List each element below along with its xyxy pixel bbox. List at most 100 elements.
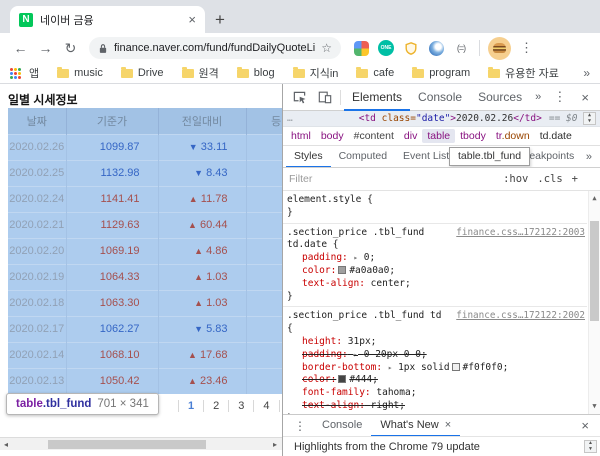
apps-grid-icon[interactable] [10, 68, 21, 79]
scroll-left-icon[interactable]: ◂ [4, 439, 8, 451]
whats-new-scroll-spinner[interactable]: ▲▼ [584, 440, 597, 453]
stylesheet-link[interactable]: finance.css…172122:2002 [456, 310, 585, 323]
css-property[interactable]: font-family: tahoma; [287, 387, 585, 400]
bookmark-item[interactable]: Drive [121, 67, 164, 79]
style-rule-td-date[interactable]: finance.css…172122:2003 .section_price .… [283, 224, 587, 308]
back-button[interactable]: ← [8, 40, 33, 56]
device-toolbar-button[interactable] [312, 86, 337, 108]
css-property[interactable]: border-bottom: ▸ 1px solid#f0f0f0; [287, 362, 585, 375]
tab-styles[interactable]: Styles [286, 146, 331, 168]
browser-tab[interactable]: N 네이버 금융 × [10, 6, 205, 33]
url-text[interactable]: finance.naver.com/fund/fundDailyQuoteLis… [114, 42, 315, 54]
photos-extension-icon[interactable] [353, 40, 369, 56]
swirl-extension-icon[interactable] [428, 40, 444, 56]
bookmark-item[interactable]: 유용한 자료 [488, 65, 559, 81]
more-tabs-icon[interactable]: » [530, 91, 546, 103]
browser-menu-icon[interactable]: ⋮ [520, 40, 533, 56]
crumb-content[interactable]: #content [349, 129, 399, 143]
expand-arrow-icon[interactable]: ▸ [354, 253, 359, 262]
tab-close-icon[interactable]: × [188, 13, 196, 26]
devtools-toolbar: Elements Console Sources » ⋮ × [283, 84, 600, 111]
forward-button[interactable]: → [33, 40, 58, 56]
horizontal-scrollbar[interactable]: ◂ ▸ [0, 437, 282, 450]
color-swatch[interactable] [338, 266, 346, 274]
bookmark-item[interactable]: program [412, 67, 470, 79]
new-tab-button[interactable]: + [215, 11, 225, 28]
new-style-rule-button[interactable]: + [572, 173, 578, 185]
css-property-overridden[interactable]: text-align: right; [287, 400, 585, 413]
scroll-right-icon[interactable]: ▸ [273, 439, 277, 451]
tab-computed[interactable]: Computed [331, 146, 395, 168]
expand-arrow-icon[interactable]: ▸ [388, 363, 393, 372]
devtools-close-icon[interactable]: × [574, 90, 596, 105]
page-number-3[interactable]: 3 [228, 400, 253, 412]
style-rule-element[interactable]: element.style { } [283, 191, 587, 224]
bookmark-item[interactable]: 지식in [293, 65, 339, 81]
bookmark-star-icon[interactable]: ☆ [321, 41, 332, 55]
one-extension-icon[interactable]: ONE [378, 40, 394, 56]
crumb-td-date[interactable]: td.date [535, 129, 577, 143]
devtools-menu-icon[interactable]: ⋮ [547, 89, 572, 105]
collapsed-marker[interactable]: … [287, 113, 293, 124]
crumb-html[interactable]: html [286, 129, 316, 143]
crumb-div[interactable]: div [399, 129, 422, 143]
rule-selector[interactable]: .section_price .tbl_fund td.date [287, 227, 424, 251]
css-property-overridden[interactable]: padding: ▸ 0 20px 0 0; [287, 349, 585, 362]
drawer-close-icon[interactable]: × [574, 418, 596, 433]
bookmarks-overflow-icon[interactable]: » [583, 66, 590, 80]
scroll-down-icon[interactable]: ▼ [589, 400, 600, 413]
crumb-table[interactable]: table [422, 129, 455, 143]
bookmark-item-apps[interactable]: 앱 [29, 65, 39, 81]
drawer-tab-console[interactable]: Console [313, 415, 371, 437]
inspect-element-button[interactable] [287, 86, 312, 108]
tab-elements[interactable]: Elements [344, 84, 410, 111]
drawer-tab-whats-new[interactable]: What's New× [371, 415, 460, 437]
bookmark-item[interactable]: blog [237, 67, 275, 79]
tab-console[interactable]: Console [410, 84, 470, 111]
reload-button[interactable]: ↻ [58, 40, 83, 57]
sidebar-more-tabs-icon[interactable]: » [581, 146, 597, 168]
dom-scroll-spinner[interactable]: ▲▼ [583, 112, 596, 125]
rule-selector[interactable]: element.style [287, 194, 361, 205]
color-swatch[interactable] [338, 375, 346, 383]
profile-avatar[interactable] [488, 37, 511, 60]
drawer-menu-icon[interactable]: ⋮ [287, 419, 313, 433]
crumb-tr-down[interactable]: tr.down [491, 129, 535, 143]
rule-selector[interactable]: .section_price .tbl_fund td [287, 310, 441, 321]
scroll-up-icon[interactable]: ▲ [589, 192, 600, 205]
tab-sources[interactable]: Sources [470, 84, 530, 111]
page-number-4[interactable]: 4 [253, 400, 278, 412]
css-property-overridden[interactable]: color:#444; [287, 374, 585, 387]
element-classes-toggle[interactable]: .cls [537, 173, 562, 185]
pseudo-state-toggle[interactable]: :hov [503, 173, 528, 185]
whats-new-close-icon[interactable]: × [445, 419, 451, 431]
table-row: 2020.02.20 1069.19 ▲ 4.86 [8, 238, 282, 264]
page-number-2[interactable]: 2 [203, 400, 228, 412]
column-header-change: 전일대비 [158, 108, 246, 134]
rate-cell [246, 316, 282, 342]
page-number-1[interactable]: 1 [178, 400, 203, 412]
crumb-body[interactable]: body [316, 129, 349, 143]
expand-arrow-icon[interactable]: ▸ [354, 350, 359, 359]
bookmark-item[interactable]: cafe [356, 67, 394, 79]
css-property[interactable]: text-align: center; [287, 278, 585, 291]
styles-filter-input[interactable] [289, 173, 399, 185]
crumb-tbody[interactable]: tbody [455, 129, 491, 143]
css-property[interactable]: padding: ▸ 0; [287, 252, 585, 265]
bookmark-item[interactable]: 원격 [182, 65, 219, 81]
style-rule-td[interactable]: finance.css…172122:2002 .section_price .… [283, 307, 587, 414]
css-property[interactable]: color:#a0a0a0; [287, 265, 585, 278]
dom-selected-node[interactable]: …<td class="date">2020.02.26</td>== $0 ▲… [283, 111, 600, 127]
scrollbar-thumb[interactable] [590, 221, 599, 321]
css-property[interactable]: height: 31px; [287, 336, 585, 349]
extension-icons: ONE (=) [353, 40, 469, 56]
shield-extension-icon[interactable] [403, 40, 419, 56]
scrollbar-thumb[interactable] [48, 440, 206, 449]
stylesheet-link[interactable]: finance.css…172122:2003 [456, 227, 585, 240]
color-swatch[interactable] [452, 363, 460, 371]
omnibox[interactable]: finance.naver.com/fund/fundDailyQuoteLis… [89, 37, 341, 59]
paren-extension-icon[interactable]: (=) [453, 40, 469, 56]
browser-toolbar: ← → ↻ finance.naver.com/fund/fundDailyQu… [0, 33, 600, 63]
bookmark-item[interactable]: music [57, 67, 103, 79]
styles-scrollbar[interactable]: ▲ ▼ [588, 191, 600, 414]
